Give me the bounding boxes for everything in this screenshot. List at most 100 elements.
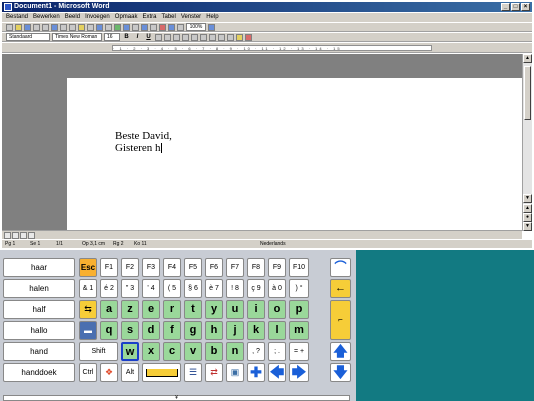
settings-key[interactable]: ⇄ [205, 363, 223, 382]
key-m[interactable]: m [289, 321, 309, 340]
alt-key[interactable]: Alt [121, 363, 139, 382]
font-size-select[interactable]: 16 [104, 33, 120, 41]
key-9[interactable]: ç 9 [247, 279, 265, 298]
key-d[interactable]: d [142, 321, 160, 340]
style-select[interactable]: Standaard [6, 33, 50, 41]
align-right-icon[interactable] [173, 33, 180, 41]
bullets-icon[interactable] [200, 33, 207, 41]
browse-object-icon[interactable]: ● [523, 213, 532, 222]
key-v[interactable]: v [184, 342, 202, 361]
help-icon[interactable] [208, 23, 215, 31]
arrow-right-key[interactable]: 🡆 [289, 363, 309, 382]
word-suggestion-haar[interactable]: haar [3, 258, 75, 277]
numbering-icon[interactable] [191, 33, 198, 41]
f4-key[interactable]: F4 [163, 258, 181, 277]
key-8[interactable]: ! 8 [226, 279, 244, 298]
document-page[interactable]: Beste David, Gisteren h [67, 78, 522, 230]
show-hide-icon[interactable] [177, 23, 184, 31]
menu-key[interactable]: ☰ [184, 363, 202, 382]
next-page-icon[interactable]: ▼ [523, 222, 532, 231]
scroll-thumb[interactable] [524, 66, 531, 120]
save-icon[interactable] [24, 23, 31, 31]
increase-indent-icon[interactable] [218, 33, 225, 41]
esc-key[interactable]: Esc [79, 258, 97, 277]
menu-extra[interactable]: Extra [142, 13, 156, 22]
word-app-icon[interactable] [4, 3, 12, 11]
word-suggestion-hand[interactable]: hand [3, 342, 75, 361]
arrow-left-key[interactable]: 🡄 [268, 363, 286, 382]
key-o[interactable]: o [268, 300, 286, 319]
print-view-icon[interactable] [20, 232, 27, 239]
key-i[interactable]: i [247, 300, 265, 319]
copy-icon[interactable] [69, 23, 76, 31]
key-2[interactable]: é 2 [100, 279, 118, 298]
window-key[interactable]: ▣ [226, 363, 244, 382]
key-semicolon[interactable]: ; . [268, 342, 286, 361]
key-r[interactable]: r [163, 300, 181, 319]
italic-button[interactable]: I [133, 34, 142, 40]
border-icon[interactable] [227, 33, 234, 41]
backspace-arrow-key[interactable]: ← [330, 279, 351, 298]
scroll-up-arrow-icon[interactable]: ▲ [523, 54, 532, 63]
menu-beeld[interactable]: Beeld [65, 13, 80, 22]
f8-key[interactable]: F8 [247, 258, 265, 277]
key-y[interactable]: y [205, 300, 223, 319]
key-4[interactable]: ' 4 [142, 279, 160, 298]
key-p[interactable]: p [289, 300, 309, 319]
vertical-scrollbar[interactable]: ▲ ▼ ▲ ● ▼ [522, 54, 532, 231]
key-k[interactable]: k [247, 321, 265, 340]
font-select[interactable]: Times New Roman [52, 33, 102, 41]
menu-opmaak[interactable]: Opmaak [115, 13, 138, 22]
menu-help[interactable]: Help [206, 13, 218, 22]
menu-bewerken[interactable]: Bewerken [33, 13, 60, 22]
outline-view-icon[interactable] [28, 232, 35, 239]
f7-key[interactable]: F7 [226, 258, 244, 277]
print-icon[interactable] [33, 23, 40, 31]
document-text[interactable]: Beste David, Gisteren h [115, 130, 172, 154]
scroll-down-arrow-icon[interactable]: ▼ [523, 194, 532, 203]
open-folder-icon[interactable] [15, 23, 22, 31]
windows-key[interactable]: ❖ [100, 363, 118, 382]
shift-key[interactable]: Shift [79, 342, 118, 361]
key-g[interactable]: g [184, 321, 202, 340]
web-view-icon[interactable] [12, 232, 19, 239]
document-map-icon[interactable] [168, 23, 175, 31]
word-suggestion-hallo[interactable]: hallo [3, 321, 75, 340]
f3-key[interactable]: F3 [142, 258, 160, 277]
underline-button[interactable]: U [144, 34, 153, 40]
key-x[interactable]: x [142, 342, 160, 361]
key-c[interactable]: c [163, 342, 181, 361]
new-document-icon[interactable] [6, 23, 13, 31]
bold-button[interactable]: B [122, 34, 131, 40]
keyboard-bottom-handle[interactable]: ¥ [3, 395, 350, 401]
menu-tabel[interactable]: Tabel [161, 13, 175, 22]
arrow-down-key[interactable]: 🡇 [330, 363, 351, 382]
undo-icon[interactable] [96, 23, 103, 31]
key-j[interactable]: j [226, 321, 244, 340]
drawing-icon[interactable] [159, 23, 166, 31]
key-f[interactable]: f [163, 321, 181, 340]
format-painter-icon[interactable] [87, 23, 94, 31]
maximize-button[interactable]: □ [511, 3, 520, 11]
key-t[interactable]: t [184, 300, 202, 319]
word-suggestion-handdoek[interactable]: handdoek [3, 363, 75, 382]
align-left-icon[interactable] [155, 33, 162, 41]
redo-icon[interactable] [105, 23, 112, 31]
hyperlink-icon[interactable] [114, 23, 121, 31]
key-z[interactable]: z [121, 300, 139, 319]
key-1[interactable]: & 1 [79, 279, 97, 298]
key-s[interactable]: s [121, 321, 139, 340]
tab-key[interactable]: ⇆ [79, 300, 97, 319]
key-n[interactable]: n [226, 342, 244, 361]
key-0[interactable]: à 0 [268, 279, 286, 298]
highlight-icon[interactable] [236, 33, 243, 41]
cut-icon[interactable] [60, 23, 67, 31]
font-color-icon[interactable] [245, 33, 252, 41]
f1-key[interactable]: F1 [100, 258, 118, 277]
align-center-icon[interactable] [164, 33, 171, 41]
key-q[interactable]: q [100, 321, 118, 340]
capslock-key[interactable]: ▬ [79, 321, 97, 340]
key-b[interactable]: b [205, 342, 223, 361]
menu-invoegen[interactable]: Invoegen [85, 13, 110, 22]
insert-table-icon[interactable] [132, 23, 139, 31]
